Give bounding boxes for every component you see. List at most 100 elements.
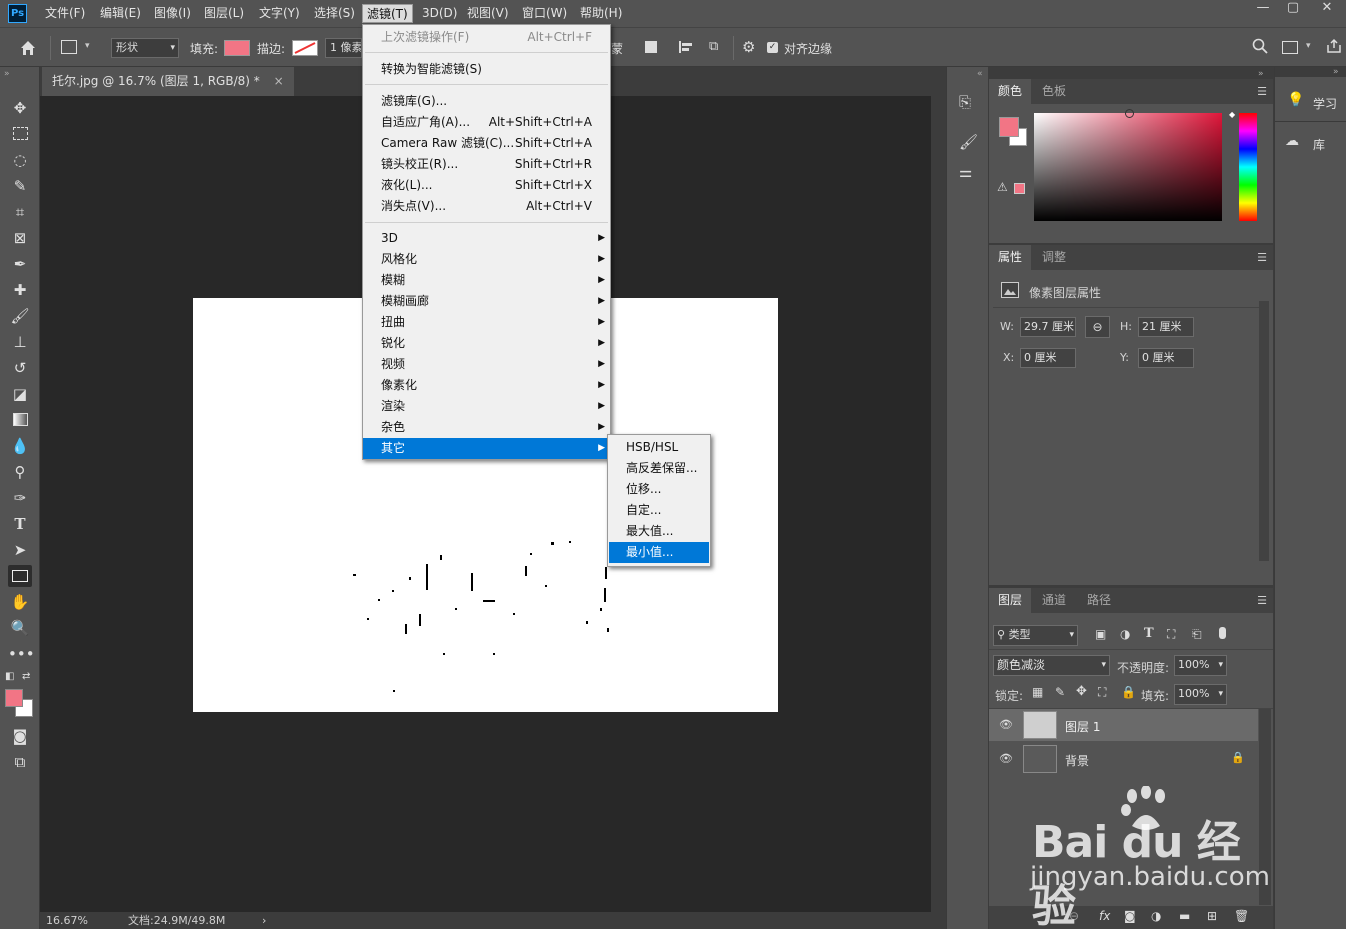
- menu-item-submenu[interactable]: 风格化 ▶: [363, 249, 610, 270]
- tab-paths[interactable]: 路径: [1078, 588, 1120, 613]
- menu-type[interactable]: 文字(Y): [255, 4, 304, 23]
- color-foreground-swatch[interactable]: [999, 117, 1019, 137]
- y-field[interactable]: 0 厘米: [1138, 348, 1194, 368]
- submenu-item[interactable]: 位移...: [609, 479, 709, 500]
- menu-item-filter[interactable]: 消失点(V)... Alt+Ctrl+V: [363, 196, 610, 217]
- filter-type-icon[interactable]: T: [1144, 626, 1154, 641]
- align-edges-checkbox[interactable]: ✓: [767, 42, 778, 53]
- menu-item-submenu[interactable]: 扭曲 ▶: [363, 312, 610, 333]
- close-tab-icon[interactable]: ×: [274, 74, 284, 88]
- eye-icon[interactable]: 👁: [999, 752, 1013, 765]
- collapse-icon[interactable]: »: [1258, 69, 1264, 79]
- dodge-tool-icon[interactable]: ⚲: [8, 461, 32, 483]
- library-button[interactable]: ☁ 库: [1283, 131, 1345, 153]
- gamut-warning-icon[interactable]: ⚠: [997, 180, 1008, 194]
- rectangle-tool-icon[interactable]: [61, 40, 77, 54]
- share-icon[interactable]: [1326, 38, 1342, 54]
- path-alignment-icon[interactable]: [678, 39, 694, 55]
- collapse-icon[interactable]: «: [977, 69, 983, 79]
- status-menu-arrow[interactable]: ›: [262, 912, 266, 929]
- tab-color[interactable]: 颜色: [989, 79, 1032, 104]
- filter-smart-object-icon[interactable]: ⎗: [1192, 627, 1202, 642]
- tab-swatches[interactable]: 色板: [1033, 79, 1075, 104]
- menu-item-submenu[interactable]: 像素化 ▶: [363, 375, 610, 396]
- lock-transparent-icon[interactable]: ▦: [1032, 685, 1043, 699]
- crop-tool-icon[interactable]: ⌗: [8, 201, 32, 223]
- clone-stamp-tool-icon[interactable]: ⊥: [8, 331, 32, 353]
- learn-button[interactable]: 💡 学习: [1283, 91, 1345, 113]
- eraser-tool-icon[interactable]: ◪: [8, 383, 32, 405]
- stroke-color-swatch[interactable]: [292, 40, 318, 56]
- layer-filter-select[interactable]: ⚲ 类型 ▾: [993, 625, 1078, 646]
- menu-item-submenu[interactable]: 锐化 ▶: [363, 333, 610, 354]
- menu-image[interactable]: 图像(I): [150, 4, 195, 23]
- filter-pixel-icon[interactable]: ▣: [1095, 627, 1106, 641]
- collapse-icon[interactable]: »: [4, 69, 10, 79]
- pen-tool-icon[interactable]: ✑: [8, 487, 32, 509]
- height-field[interactable]: 21 厘米: [1138, 317, 1194, 337]
- menu-item-last-filter[interactable]: 上次滤镜操作(F) Alt+Ctrl+F: [363, 27, 610, 48]
- close-button[interactable]: ✕: [1312, 0, 1342, 18]
- menu-item-filter[interactable]: 液化(L)... Shift+Ctrl+X: [363, 175, 610, 196]
- x-field[interactable]: 0 厘米: [1020, 348, 1076, 368]
- menu-view[interactable]: 视图(V): [463, 4, 513, 23]
- maximize-button[interactable]: ▢: [1278, 0, 1308, 18]
- menu-item-submenu[interactable]: 其它 ▶: [363, 438, 610, 459]
- submenu-item[interactable]: 最大值...: [609, 521, 709, 542]
- lock-position-icon[interactable]: ✥: [1076, 684, 1087, 699]
- menu-file[interactable]: 文件(F): [41, 4, 89, 23]
- document-tab[interactable]: 托尔.jpg @ 16.7% (图层 1, RGB/8) * ×: [42, 67, 294, 96]
- rectangle-tool-icon[interactable]: [8, 565, 32, 587]
- quick-mask-icon[interactable]: ◙: [8, 725, 32, 747]
- menu-item-submenu[interactable]: 模糊 ▶: [363, 270, 610, 291]
- lock-artboard-icon[interactable]: ⛶: [1098, 685, 1106, 700]
- hue-slider-handle[interactable]: ◆: [1229, 110, 1235, 119]
- foreground-color-swatch[interactable]: [5, 689, 23, 707]
- lock-pixels-icon[interactable]: ✎: [1055, 685, 1065, 699]
- tab-adjustments[interactable]: 调整: [1033, 245, 1075, 270]
- stroke-width-field[interactable]: 1 像素: [325, 38, 362, 58]
- menu-item-submenu[interactable]: 渲染 ▶: [363, 396, 610, 417]
- gamut-color-swatch[interactable]: [1014, 183, 1025, 194]
- menu-window[interactable]: 窗口(W): [518, 4, 571, 23]
- panel-menu-icon[interactable]: ☰: [1257, 251, 1267, 264]
- blur-tool-icon[interactable]: 💧: [8, 435, 32, 457]
- shape-mode-select[interactable]: 形状 ▾: [111, 38, 179, 58]
- history-panel-icon[interactable]: ⎘: [959, 93, 971, 111]
- home-icon[interactable]: [18, 38, 38, 58]
- menu-item-submenu[interactable]: 模糊画廊 ▶: [363, 291, 610, 312]
- history-brush-tool-icon[interactable]: ↺: [8, 357, 32, 379]
- menu-item-submenu[interactable]: 3D ▶: [363, 228, 610, 249]
- path-operations-icon[interactable]: [645, 41, 657, 53]
- type-tool-icon[interactable]: T: [8, 513, 32, 535]
- filter-adjustment-icon[interactable]: ◑: [1120, 627, 1130, 641]
- link-icon[interactable]: ⊖: [1085, 316, 1110, 338]
- layer-name[interactable]: 图层 1: [1065, 718, 1100, 735]
- adjustments-sliders-icon[interactable]: ⚌: [959, 163, 972, 181]
- menu-filter[interactable]: 滤镜(T): [362, 4, 413, 23]
- gradient-tool-icon[interactable]: [8, 409, 32, 431]
- filter-shape-icon[interactable]: ⛶: [1167, 627, 1175, 642]
- tab-layers[interactable]: 图层: [989, 588, 1032, 613]
- workspace-icon[interactable]: [1282, 41, 1298, 54]
- menu-item-convert-smart-filter[interactable]: 转换为智能滤镜(S): [363, 59, 610, 80]
- screen-mode-icon[interactable]: ⧉: [8, 751, 32, 773]
- menu-item-filter[interactable]: 滤镜库(G)...: [363, 91, 610, 112]
- menu-edit[interactable]: 编辑(E): [96, 4, 145, 23]
- vertical-scrollbar[interactable]: [931, 96, 946, 912]
- menu-help[interactable]: 帮助(H): [576, 4, 626, 23]
- layer-row[interactable]: 👁 背景 🔒: [989, 743, 1258, 775]
- layer-row[interactable]: 👁 图层 1: [989, 709, 1258, 741]
- path-selection-tool-icon[interactable]: ➤: [8, 539, 32, 561]
- chevron-down-icon[interactable]: ▾: [1306, 41, 1311, 51]
- lock-all-icon[interactable]: 🔒: [1121, 685, 1136, 699]
- minimize-button[interactable]: —: [1248, 0, 1278, 18]
- menu-item-submenu[interactable]: 杂色 ▶: [363, 417, 610, 438]
- submenu-item[interactable]: 最小值...: [609, 542, 709, 563]
- hue-slider[interactable]: [1239, 113, 1257, 221]
- eye-icon[interactable]: 👁: [999, 718, 1013, 731]
- panel-menu-icon[interactable]: ☰: [1257, 85, 1267, 98]
- marquee-tool-icon[interactable]: [8, 123, 32, 145]
- menu-item-filter[interactable]: 镜头校正(R)... Shift+Ctrl+R: [363, 154, 610, 175]
- menu-item-filter[interactable]: 自适应广角(A)... Alt+Shift+Ctrl+A: [363, 112, 610, 133]
